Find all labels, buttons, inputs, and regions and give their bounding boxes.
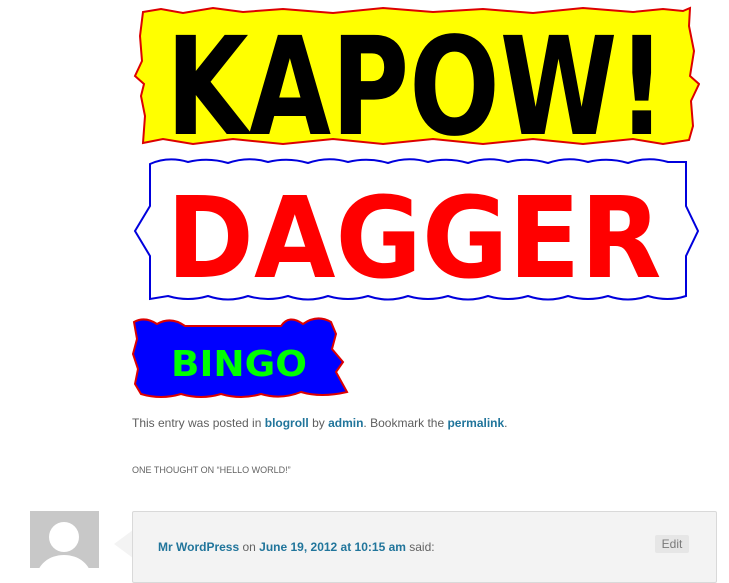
comments-title: One thought on “Hello world!” (132, 465, 291, 475)
comment-body (158, 564, 298, 568)
comment-on-text: on (239, 540, 260, 554)
comment-pointer (114, 530, 133, 558)
author-link[interactable]: admin (328, 416, 363, 430)
avatar-person-icon (39, 522, 89, 568)
comment-said-text: said: (405, 540, 435, 554)
bingo-banner-text: BINGO (171, 344, 307, 385)
permalink-link[interactable]: permalink (447, 416, 504, 430)
comment-author-link[interactable]: Mr WordPress (158, 540, 239, 554)
bingo-banner-image: BINGO (131, 314, 349, 400)
kapow-banner-text: KAPOW! (166, 9, 666, 148)
edit-comment-button[interactable]: Edit (655, 535, 689, 553)
entry-meta: This entry was posted in blogroll by adm… (132, 416, 508, 430)
kapow-banner-image: KAPOW! (133, 6, 700, 148)
dagger-banner-text: DAGGER (167, 174, 662, 304)
entry-meta-by: by (308, 416, 329, 430)
entry-meta-prefix: This entry was posted in (132, 416, 265, 430)
category-link[interactable]: blogroll (265, 416, 309, 430)
dagger-banner-image: DAGGER (133, 156, 699, 304)
comment-date-link[interactable]: June 19, 2012 at 10:15 am (259, 540, 406, 554)
entry-meta-bookmark: . Bookmark the (363, 416, 448, 430)
entry-meta-end: . (504, 416, 508, 430)
avatar (30, 511, 99, 568)
comment-meta: Mr WordPress on June 19, 2012 at 10:15 a… (158, 540, 435, 554)
